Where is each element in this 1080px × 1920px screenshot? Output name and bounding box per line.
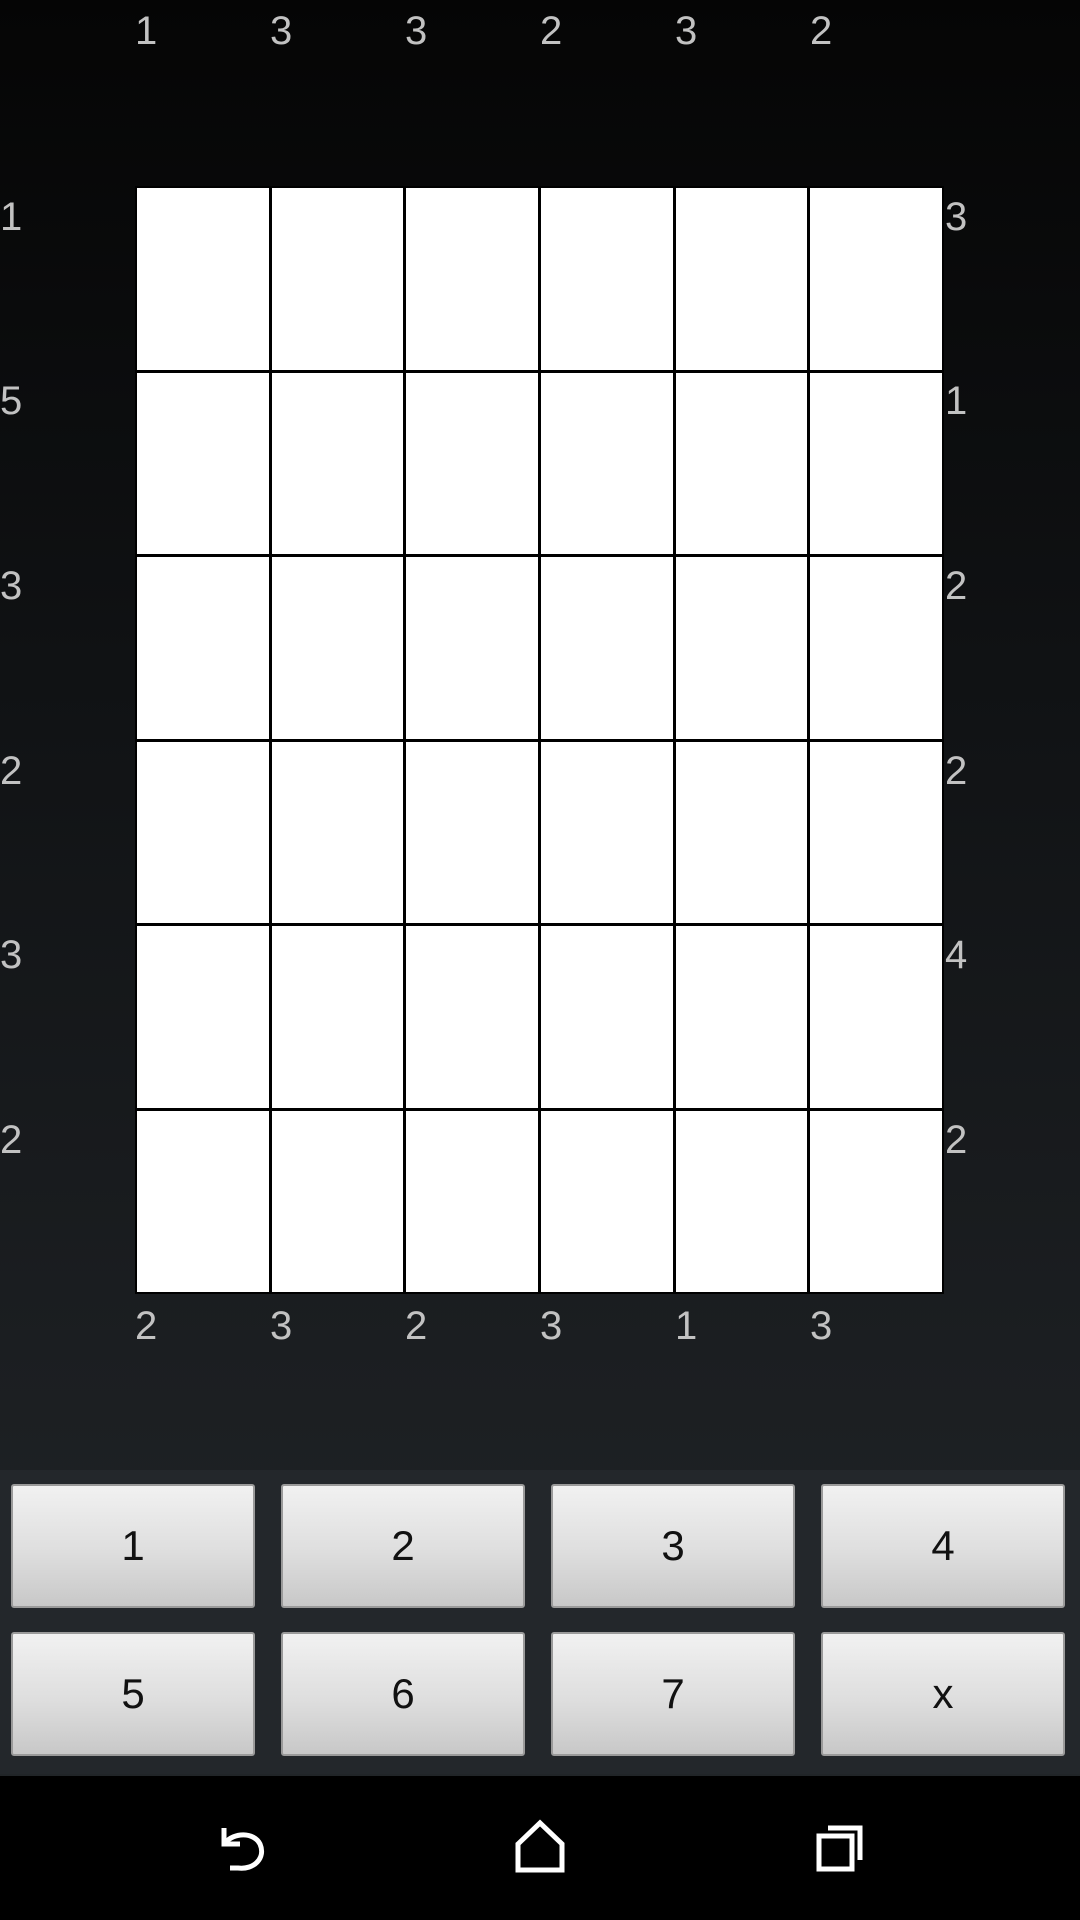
grid-cell[interactable]: [675, 188, 808, 370]
grid-cell[interactable]: [675, 557, 808, 739]
key-1-button[interactable]: 1: [11, 1484, 255, 1608]
grid-cell[interactable]: [810, 741, 942, 923]
grid-cell[interactable]: [675, 372, 808, 554]
left-clue: 2: [0, 1118, 23, 1162]
right-clue: 2: [945, 1118, 968, 1162]
grid-cell[interactable]: [541, 372, 673, 554]
grid-cell[interactable]: [810, 926, 942, 1108]
grid-cell[interactable]: [271, 1110, 404, 1292]
top-clue: 1: [135, 9, 158, 53]
recents-button[interactable]: [790, 1798, 890, 1898]
grid-cell[interactable]: [271, 926, 404, 1108]
key-3-button[interactable]: 3: [551, 1484, 795, 1608]
right-clue: 4: [945, 933, 968, 977]
navigation-bar: [0, 1776, 1080, 1920]
number-keypad: 1 2 3 4 5 6 7 x: [0, 1470, 1080, 1774]
grid-cell[interactable]: [137, 1110, 269, 1292]
grid-cell[interactable]: [810, 372, 942, 554]
grid-cell[interactable]: [137, 926, 269, 1108]
recents-icon: [810, 1816, 870, 1881]
grid-cell[interactable]: [271, 372, 404, 554]
bottom-clue: 2: [405, 1304, 428, 1348]
back-icon: [210, 1816, 270, 1881]
grid-cell[interactable]: [406, 372, 538, 554]
top-clue: 3: [675, 9, 698, 53]
back-button[interactable]: [190, 1798, 290, 1898]
grid-cell[interactable]: [406, 188, 538, 370]
key-clear-button[interactable]: x: [821, 1632, 1065, 1756]
grid-cell[interactable]: [271, 741, 404, 923]
top-clue: 3: [405, 9, 428, 53]
grid-cell[interactable]: [406, 557, 538, 739]
grid-cell[interactable]: [810, 188, 942, 370]
grid-cell[interactable]: [137, 372, 269, 554]
grid-cell[interactable]: [675, 741, 808, 923]
bottom-clue: 3: [540, 1304, 563, 1348]
grid-cell[interactable]: [675, 926, 808, 1108]
grid-cell[interactable]: [541, 557, 673, 739]
bottom-clue: 3: [810, 1304, 833, 1348]
key-5-button[interactable]: 5: [11, 1632, 255, 1756]
grid-cell[interactable]: [137, 557, 269, 739]
grid-cell[interactable]: [271, 188, 404, 370]
key-7-button[interactable]: 7: [551, 1632, 795, 1756]
left-clue: 3: [0, 564, 23, 608]
key-2-button[interactable]: 2: [281, 1484, 525, 1608]
grid-cell[interactable]: [271, 557, 404, 739]
bottom-clue: 3: [270, 1304, 293, 1348]
grid-cell[interactable]: [810, 1110, 942, 1292]
top-clue: 2: [540, 9, 563, 53]
right-clue: 2: [945, 749, 968, 793]
top-clue: 3: [270, 9, 293, 53]
grid-cell[interactable]: [406, 1110, 538, 1292]
grid-cell[interactable]: [137, 741, 269, 923]
grid-cell[interactable]: [541, 741, 673, 923]
key-6-button[interactable]: 6: [281, 1632, 525, 1756]
right-clue: 2: [945, 564, 968, 608]
grid-cell[interactable]: [137, 188, 269, 370]
grid-cell[interactable]: [541, 926, 673, 1108]
grid-cell[interactable]: [406, 926, 538, 1108]
left-clue: 2: [0, 749, 23, 793]
grid-cell[interactable]: [541, 1110, 673, 1292]
home-icon: [510, 1816, 570, 1881]
key-4-button[interactable]: 4: [821, 1484, 1065, 1608]
left-clue: 5: [0, 379, 23, 423]
left-clue: 3: [0, 933, 23, 977]
grid-cell[interactable]: [541, 188, 673, 370]
bottom-clue: 1: [675, 1304, 698, 1348]
top-clue: 2: [810, 9, 833, 53]
grid-cell[interactable]: [675, 1110, 808, 1292]
grid-cell[interactable]: [810, 557, 942, 739]
bottom-clue: 2: [135, 1304, 158, 1348]
grid-cell[interactable]: [406, 741, 538, 923]
left-clue: 1: [0, 195, 23, 239]
home-button[interactable]: [490, 1798, 590, 1898]
puzzle-grid: [135, 186, 944, 1294]
right-clue: 3: [945, 195, 968, 239]
right-clue: 1: [945, 379, 968, 423]
